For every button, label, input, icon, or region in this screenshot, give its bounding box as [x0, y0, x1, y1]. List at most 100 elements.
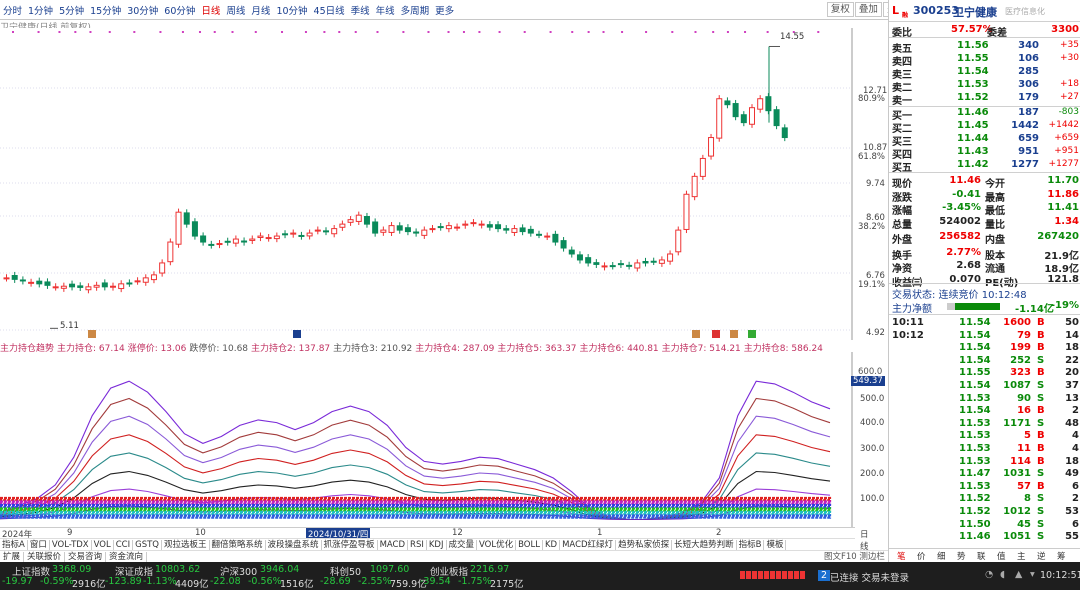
- rp-tab[interactable]: 主: [1017, 550, 1026, 562]
- signal-band: [0, 503, 832, 509]
- bell-icon[interactable]: ◔: [985, 569, 993, 580]
- tab-7[interactable]: 周线: [223, 0, 248, 17]
- tool-1[interactable]: 叠加: [854, 2, 882, 17]
- indicator-tab[interactable]: 模板: [764, 540, 787, 550]
- candle: [749, 107, 755, 125]
- trading-app: 分时 1分钟 5分钟 15分钟 30分钟 60分钟 日线 周线 月线 10分钟 45日线 季线 年线 多周…: [0, 0, 1080, 590]
- candle: [429, 228, 436, 231]
- signal-band: [0, 500, 832, 505]
- signal-dot: [58, 31, 61, 33]
- candle: [626, 264, 633, 267]
- rp-tab[interactable]: 势: [957, 550, 966, 562]
- gear-icon[interactable]: ▲: [1015, 569, 1022, 580]
- indicator-tab[interactable]: 抓涨停盈导板: [322, 540, 378, 550]
- menu-icon[interactable]: ▾: [1030, 569, 1035, 580]
- tab-9[interactable]: 10分钟: [273, 0, 310, 17]
- indicator-tab[interactable]: RSI: [408, 540, 427, 550]
- kline-chart[interactable]: [0, 28, 888, 340]
- indicator-tab[interactable]: 长短大趋势判断: [672, 540, 737, 550]
- candle: [478, 223, 485, 226]
- event-marker: [712, 330, 720, 338]
- index-value: 1097.60: [370, 564, 410, 575]
- status-bar: 上证指数 3368.09 -19.97 -0.59% 2916亿 深证成指 10803.62…: [0, 562, 1080, 590]
- trade-row: 11.52 1012 S 53: [959, 506, 1079, 517]
- ind-current: 549.37: [851, 376, 885, 386]
- indicator-tab[interactable]: KDJ: [427, 540, 447, 550]
- candle: [3, 277, 10, 280]
- candle: [36, 280, 43, 285]
- ext-tab[interactable]: 交易咨询: [65, 552, 107, 562]
- tab-2[interactable]: 5分钟: [56, 0, 87, 17]
- rp-tab[interactable]: 联: [977, 550, 986, 562]
- rp-tab[interactable]: 逆: [1037, 550, 1046, 562]
- indicator-tab[interactable]: VOL: [92, 540, 114, 550]
- candle: [437, 226, 444, 229]
- event-marker: [692, 330, 700, 338]
- candle: [183, 212, 190, 225]
- candle: [650, 260, 657, 263]
- candle: [601, 265, 608, 268]
- tab-13[interactable]: 多周期: [398, 0, 433, 17]
- tab-8[interactable]: 月线: [248, 0, 273, 17]
- candle: [142, 277, 149, 283]
- sound-icon[interactable]: ◖: [1000, 569, 1005, 580]
- indicator-tab[interactable]: BOLL: [516, 540, 543, 550]
- tab-0[interactable]: 分时: [0, 0, 25, 17]
- bid-row: 买五 11.42 1277 +1277: [892, 159, 1079, 174]
- indicator-tab[interactable]: 翻倍策略系统: [210, 540, 266, 550]
- candle: [273, 235, 280, 240]
- candle: [585, 257, 592, 264]
- tab-14[interactable]: 更多: [432, 0, 457, 17]
- ext-tab[interactable]: 扩展: [0, 552, 25, 562]
- candle: [167, 241, 174, 263]
- indicator-chart[interactable]: [0, 352, 888, 527]
- indicator-tab[interactable]: MACD红绿灯: [560, 540, 617, 550]
- indicator-tab[interactable]: KD: [543, 540, 561, 550]
- indicator-tab[interactable]: GSTQ: [133, 540, 162, 550]
- candle: [536, 233, 542, 236]
- tool-0[interactable]: 复权: [826, 2, 854, 17]
- candle: [257, 235, 264, 239]
- rp-tab[interactable]: 笔: [897, 550, 906, 562]
- indicator-tab[interactable]: 波段操盘系统: [266, 540, 322, 550]
- signal-dot: [712, 31, 715, 33]
- trade-row: 11.54 199 B 18: [959, 342, 1079, 354]
- trade-state: 交易状态: 连续竞价 10:12:48: [892, 290, 1027, 301]
- rp-tab[interactable]: 价: [917, 550, 926, 562]
- ext-tab[interactable]: 关联报价: [24, 552, 66, 562]
- indicator-tab[interactable]: 成交量: [447, 540, 478, 550]
- bid-row: 买一 11.46 187 -803: [892, 107, 1079, 122]
- indicator-tab[interactable]: VOL优化: [477, 540, 517, 550]
- candle: [642, 260, 649, 264]
- indicator-tab[interactable]: 窗口: [28, 540, 50, 550]
- tab-6[interactable]: 日线: [198, 0, 223, 17]
- tab-3[interactable]: 15分钟: [87, 0, 124, 17]
- index-chg: -123.89: [105, 576, 142, 587]
- indicator-tab[interactable]: 指标B: [737, 540, 765, 550]
- indicator-tab[interactable]: CCI: [114, 540, 134, 550]
- tab-12[interactable]: 年线: [373, 0, 398, 17]
- signal-dot: [213, 31, 216, 33]
- netflow-bar: [955, 303, 1000, 310]
- ext-tab[interactable]: 资金流向: [106, 552, 148, 562]
- indicator-tab[interactable]: 指标A: [0, 540, 28, 550]
- indicator-tab[interactable]: MACD: [378, 540, 409, 550]
- rp-tab[interactable]: 细: [937, 550, 946, 562]
- indicator-tab[interactable]: 观拉选板王: [162, 540, 210, 550]
- bid-row: 买三 11.44 659 +659: [892, 133, 1079, 148]
- indicator-tab[interactable]: 趋势私家侦探: [616, 540, 673, 550]
- candle: [110, 285, 116, 288]
- date-axis: 2024年 9 10 2024/10/31/四 12 1 2 日线: [0, 527, 869, 552]
- rp-tab[interactable]: 值: [997, 550, 1006, 562]
- signal-dot: [198, 31, 201, 33]
- tab-11[interactable]: 季线: [348, 0, 373, 17]
- tab-4[interactable]: 30分钟: [124, 0, 161, 17]
- candle: [372, 221, 379, 234]
- indicator-tab[interactable]: VOL-TDX: [50, 540, 92, 550]
- signal-dot: [304, 31, 307, 33]
- tab-5[interactable]: 60分钟: [161, 0, 198, 17]
- ask-row: 卖一 11.52 179 +27: [892, 92, 1079, 107]
- rp-tab[interactable]: 筹: [1057, 550, 1066, 562]
- tab-1[interactable]: 1分钟: [25, 0, 56, 17]
- tab-10[interactable]: 45日线: [311, 0, 348, 17]
